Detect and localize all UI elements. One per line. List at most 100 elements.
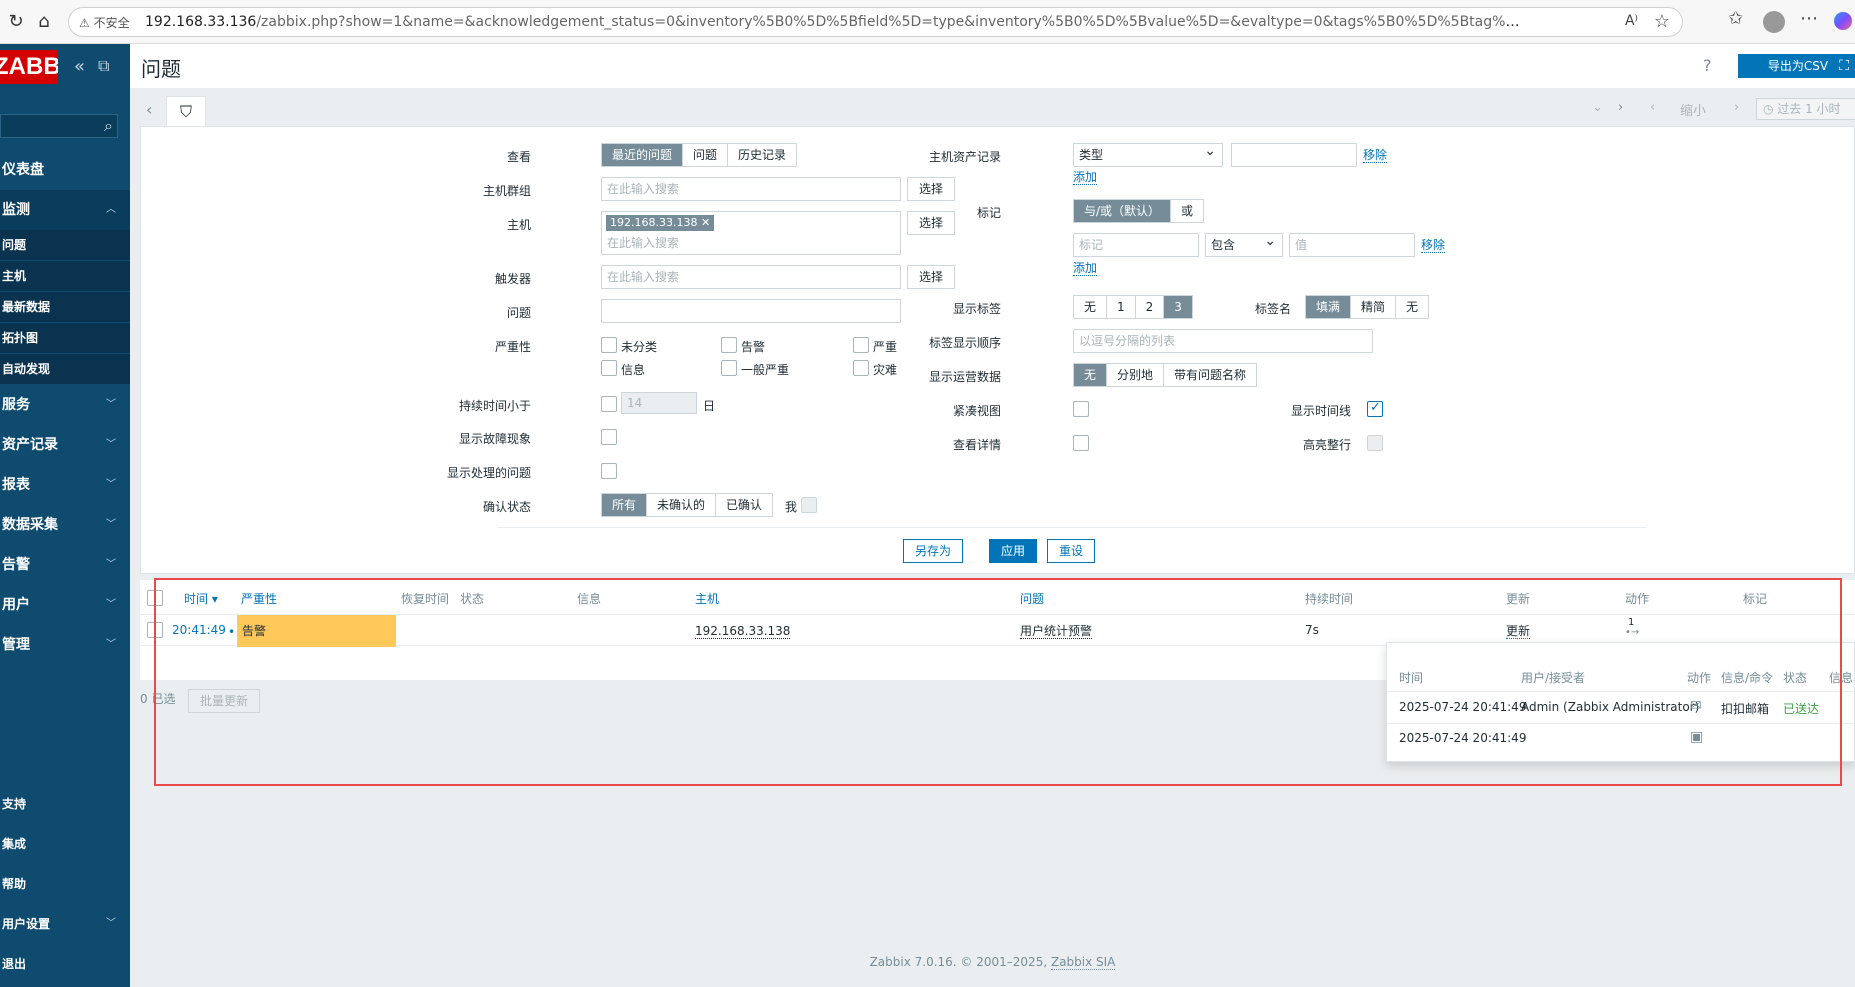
chevron-left-icon[interactable]: ‹ [146, 100, 152, 119]
severity-average-checkbox[interactable] [721, 360, 737, 376]
mass-update-button[interactable]: 批量更新 [188, 689, 260, 713]
ack-all[interactable]: 所有 [602, 494, 648, 516]
fullscreen-icon[interactable]: ⛶ [1832, 54, 1855, 78]
hostgroup-select-button[interactable]: 选择 [907, 177, 955, 201]
problem-input[interactable] [601, 299, 901, 323]
tag-add-link[interactable]: 添加 [1073, 261, 1098, 276]
reset-button[interactable]: 重设 [1047, 539, 1095, 563]
tags-or[interactable]: 或 [1171, 200, 1204, 222]
menu-integrations[interactable]: 集成 [0, 824, 130, 864]
tag-remove-link[interactable]: 移除 [1421, 238, 1446, 253]
ack-acknowledged[interactable]: 已确认 [716, 494, 773, 516]
menu-services[interactable]: 服务 ﹀ [0, 385, 130, 425]
opdata-none[interactable]: 无 [1074, 364, 1108, 386]
inventory-field-select[interactable]: 类型 [1073, 140, 1223, 167]
menu-data-collection[interactable]: 数据采集 ﹀ [0, 505, 130, 545]
menu-user-settings[interactable]: 用户设置 ﹀ [0, 904, 130, 944]
col-problem[interactable]: 问题 [1020, 590, 1044, 607]
ack-me-checkbox[interactable] [801, 497, 817, 513]
col-time[interactable]: 时间 ▾ [184, 590, 218, 607]
read-aloud-icon[interactable]: A⁾ [1625, 13, 1638, 29]
severity-disaster-checkbox[interactable] [853, 360, 869, 376]
menu-monitoring[interactable]: 监测 ︿ [0, 190, 130, 230]
tag-name-short[interactable]: 精简 [1351, 296, 1397, 318]
time-range-button[interactable]: ◷ 过去 1 小时 [1756, 98, 1855, 120]
tag-name-none[interactable]: 无 [1396, 296, 1429, 318]
duration-days-input[interactable]: 14 [621, 392, 697, 414]
more-menu-icon[interactable]: ⋯ [1800, 8, 1818, 29]
show-timeline-checkbox[interactable] [1367, 400, 1383, 417]
reload-icon[interactable]: ↻ [4, 10, 28, 34]
submenu-latest-data[interactable]: 最新数据 [0, 292, 130, 323]
hostgroup-input[interactable]: 在此输入搜索 [601, 177, 901, 201]
menu-reports[interactable]: 报表 ﹀ [0, 465, 130, 505]
submenu-hosts[interactable]: 主机 [0, 261, 130, 292]
submenu-maps[interactable]: 拓扑图 [0, 323, 130, 354]
tag-name-input[interactable]: 标记 [1073, 233, 1199, 257]
security-warning[interactable]: ⚠ 不安全 [79, 14, 130, 31]
show-tags-1[interactable]: 1 [1107, 296, 1136, 318]
zoom-out-button[interactable]: 缩小 [1680, 100, 1706, 119]
host-multiselect[interactable]: 192.168.33.138 ✕ 在此输入搜索 [601, 211, 901, 255]
show-tags-3[interactable]: 3 [1164, 296, 1192, 318]
trigger-select-button[interactable]: 选择 [907, 265, 955, 289]
inventory-value-input[interactable] [1231, 143, 1357, 167]
tag-priority-input[interactable]: 以逗号分隔的列表 [1073, 329, 1373, 353]
menu-help[interactable]: 帮助 [0, 864, 130, 904]
duration-checkbox[interactable] [601, 396, 617, 412]
submenu-problems[interactable]: 问题 [0, 230, 130, 261]
actions-arrow-icon[interactable]: •→ [1625, 627, 1639, 638]
filter-tab-icon[interactable]: ⛉ [166, 96, 206, 126]
inventory-add-link[interactable]: 添加 [1073, 170, 1098, 185]
row-checkbox[interactable] [147, 622, 163, 638]
view-problems[interactable]: 问题 [683, 144, 729, 166]
time-prev-icon[interactable]: ‹ [1650, 100, 1655, 115]
menu-dashboard[interactable]: 仪表盘 [0, 150, 130, 190]
opdata-separately[interactable]: 分别地 [1107, 364, 1165, 386]
severity-information-checkbox[interactable] [601, 360, 617, 376]
time-next-icon[interactable]: › [1734, 100, 1739, 115]
row-time-link[interactable]: 20:41:49 [172, 623, 226, 637]
highlight-row-checkbox[interactable] [1367, 435, 1383, 451]
show-details-checkbox[interactable] [1073, 435, 1089, 451]
remove-chip-icon[interactable]: ✕ [701, 216, 710, 229]
trigger-input[interactable]: 在此输入搜索 [601, 265, 901, 289]
menu-inventory[interactable]: 资产记录 ﹀ [0, 425, 130, 465]
col-host[interactable]: 主机 [695, 590, 719, 607]
view-recent-problems[interactable]: 最近的问题 [602, 144, 684, 166]
help-icon[interactable]: ? [1703, 56, 1712, 75]
view-history[interactable]: 历史记录 [728, 144, 797, 166]
opdata-with-problem-name[interactable]: 带有问题名称 [1164, 364, 1257, 386]
menu-sign-out[interactable]: 退出 [0, 944, 130, 984]
sidebar-search-input[interactable]: ⌕ [0, 114, 118, 138]
row-problem-link[interactable]: 用户统计预警 [1020, 624, 1093, 639]
favorites-icon[interactable]: ✩ [1728, 8, 1743, 29]
submenu-discovery[interactable]: 自动发现 [0, 354, 130, 385]
row-host-link[interactable]: 192.168.33.138 [695, 624, 791, 639]
apply-button[interactable]: 应用 [989, 539, 1037, 563]
severity-not-classified-checkbox[interactable] [601, 337, 617, 353]
profile-avatar[interactable] [1763, 11, 1785, 33]
show-tags-none[interactable]: 无 [1074, 296, 1108, 318]
favorite-star-icon[interactable]: ☆ [1654, 11, 1670, 32]
ack-unacknowledged[interactable]: 未确认的 [647, 494, 717, 516]
severity-high-checkbox[interactable] [853, 337, 869, 353]
collapse-sidebar-icon[interactable]: « [74, 56, 85, 77]
menu-users[interactable]: 用户 ﹀ [0, 585, 130, 625]
show-symptoms-checkbox[interactable] [601, 429, 617, 445]
address-bar[interactable]: ⚠ 不安全 192.168.33.136/zabbix.php?show=1&n… [68, 7, 1683, 37]
zabbix-logo[interactable]: ZABBIX [0, 50, 58, 84]
severity-warning-checkbox[interactable] [721, 337, 737, 353]
footer-zabbix-link[interactable]: Zabbix SIA [1050, 955, 1116, 970]
menu-alerts[interactable]: 告警 ﹀ [0, 545, 130, 585]
compact-view-checkbox[interactable] [1073, 401, 1089, 417]
chevron-right-icon[interactable]: › [1618, 100, 1623, 115]
show-tags-2[interactable]: 2 [1135, 296, 1165, 318]
menu-support[interactable]: 支持 [0, 784, 130, 824]
menu-administration[interactable]: 管理 ﹀ [0, 625, 130, 665]
search-icon[interactable]: ⌕ [104, 116, 113, 136]
hide-sidebar-icon[interactable]: ⧉ [98, 56, 109, 76]
tag-operator-select[interactable]: 包含 [1205, 230, 1283, 257]
row-update-link[interactable]: 更新 [1506, 624, 1531, 639]
home-icon[interactable]: ⌂ [32, 10, 56, 34]
